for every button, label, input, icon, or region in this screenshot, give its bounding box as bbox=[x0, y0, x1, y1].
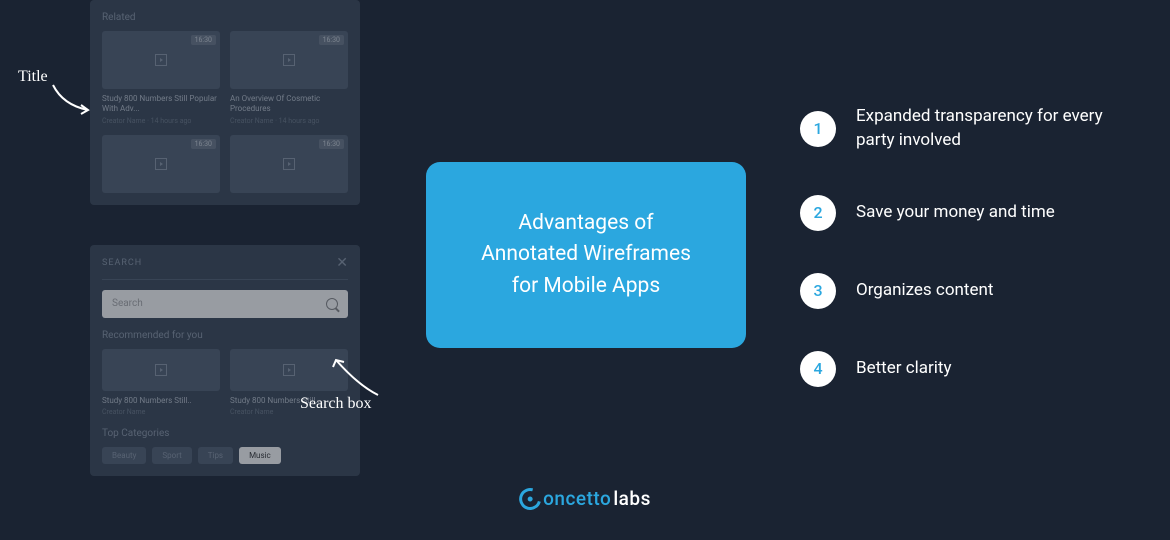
video-card: 16:30 An Overview Of Cosmetic Procedures… bbox=[230, 31, 348, 125]
title-line: for Mobile Apps bbox=[512, 274, 660, 298]
video-card: 16:30 bbox=[230, 135, 348, 193]
advantages-list: 1 Expanded transparency for every party … bbox=[800, 105, 1110, 429]
logo-text: oncetto bbox=[543, 487, 611, 510]
list-item: 1 Expanded transparency for every party … bbox=[800, 105, 1110, 153]
video-title: Study 800 Numbers Still.. bbox=[102, 396, 220, 406]
duration-badge: 16:30 bbox=[191, 139, 216, 149]
title-line: Annotated Wireframes bbox=[481, 242, 691, 266]
video-card: 16:30 bbox=[102, 135, 220, 193]
related-header: Related bbox=[102, 12, 348, 23]
list-number: 4 bbox=[800, 351, 836, 387]
list-number: 3 bbox=[800, 273, 836, 309]
duration-badge: 16:30 bbox=[319, 35, 344, 45]
logo-text: labs bbox=[613, 487, 651, 510]
video-title: Study 800 Numbers Still Popular With Adv… bbox=[102, 94, 220, 115]
play-icon bbox=[283, 158, 295, 170]
search-icon bbox=[326, 298, 338, 310]
search-panel: SEARCH ✕ Search Recommended for you Stud… bbox=[90, 245, 360, 476]
play-icon bbox=[283, 364, 295, 376]
play-icon bbox=[155, 158, 167, 170]
video-card: Study 800 Numbers Still.. Creator Name bbox=[102, 349, 220, 416]
video-meta: Creator Name · 14 hours ago bbox=[102, 117, 220, 125]
search-input: Search bbox=[102, 290, 348, 318]
list-text: Save your money and time bbox=[856, 201, 1055, 225]
list-text: Better clarity bbox=[856, 357, 952, 381]
search-placeholder: Search bbox=[112, 298, 143, 309]
topcat-label: Top Categories bbox=[102, 428, 348, 439]
list-number: 2 bbox=[800, 195, 836, 231]
arrow-icon bbox=[48, 80, 98, 120]
video-card: 16:30 Study 800 Numbers Still Popular Wi… bbox=[102, 31, 220, 125]
video-meta: Creator Name · 14 hours ago bbox=[230, 117, 348, 125]
category-tag: Tips bbox=[198, 447, 233, 464]
recommended-label: Recommended for you bbox=[102, 330, 348, 341]
list-item: 3 Organizes content bbox=[800, 273, 1110, 309]
category-tag-active: Music bbox=[239, 447, 281, 464]
play-icon bbox=[155, 364, 167, 376]
related-panel: Related 16:30 Study 800 Numbers Still Po… bbox=[90, 0, 360, 205]
list-item: 4 Better clarity bbox=[800, 351, 1110, 387]
concettolabs-logo: oncettolabs bbox=[519, 487, 651, 510]
list-text: Expanded transparency for every party in… bbox=[856, 105, 1110, 153]
annotation-title: Title bbox=[18, 68, 48, 86]
title-text: Advantages of Annotated Wireframes for M… bbox=[481, 208, 691, 303]
list-item: 2 Save your money and time bbox=[800, 195, 1110, 231]
logo-icon bbox=[515, 483, 545, 513]
search-header: SEARCH bbox=[102, 258, 142, 268]
video-title: An Overview Of Cosmetic Procedures bbox=[230, 94, 348, 115]
duration-badge: 16:30 bbox=[191, 35, 216, 45]
play-icon bbox=[283, 54, 295, 66]
list-text: Organizes content bbox=[856, 279, 993, 303]
title-card: Advantages of Annotated Wireframes for M… bbox=[426, 162, 746, 348]
close-icon: ✕ bbox=[336, 255, 348, 271]
video-meta: Creator Name bbox=[102, 408, 220, 416]
title-line: Advantages of bbox=[518, 211, 653, 235]
play-icon bbox=[155, 54, 167, 66]
arrow-icon bbox=[328, 355, 388, 400]
category-tag: Beauty bbox=[102, 447, 146, 464]
list-number: 1 bbox=[800, 111, 836, 147]
duration-badge: 16:30 bbox=[319, 139, 344, 149]
category-tag: Sport bbox=[152, 447, 191, 464]
